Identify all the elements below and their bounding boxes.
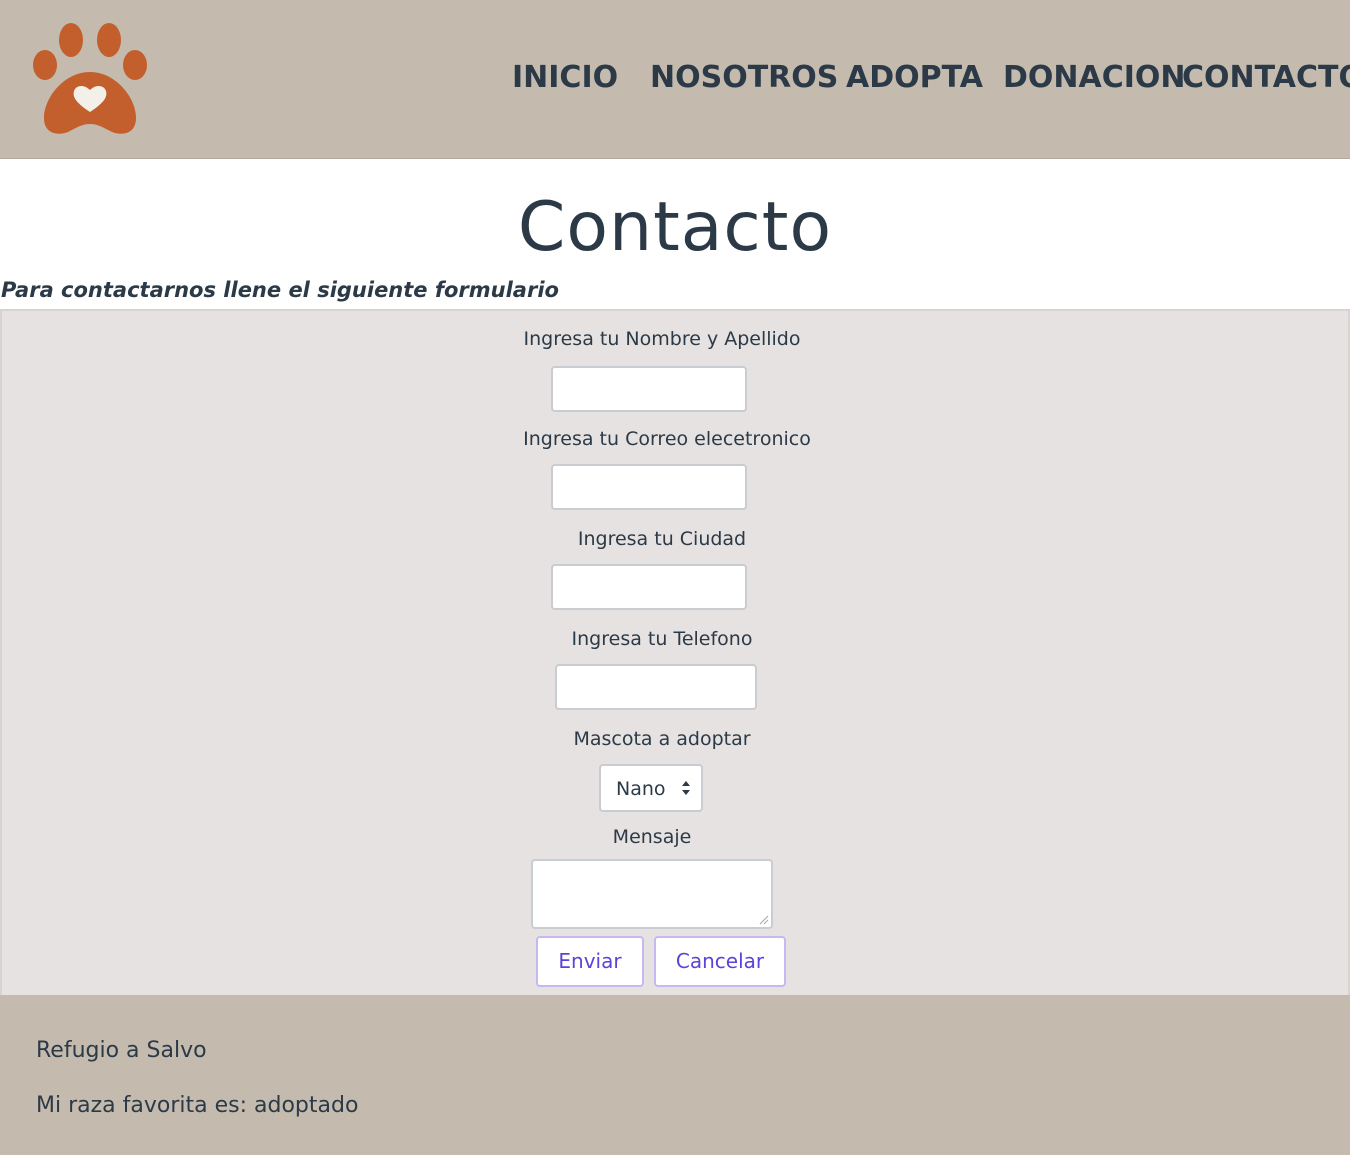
paw-heart-icon[interactable] — [28, 20, 152, 140]
cancel-button[interactable]: Cancelar — [654, 936, 786, 987]
select-updown-icon — [682, 781, 690, 795]
footer-favorite-breed: Mi raza favorita es: adoptado — [36, 1093, 359, 1118]
pet-label: Mascota a adoptar — [573, 728, 751, 750]
resize-grip-icon[interactable] — [759, 915, 769, 925]
nav-link-donacion[interactable]: DONACION — [1003, 60, 1186, 95]
site-header: INICIO NOSOTROS ADOPTA DONACION CONTACTO — [0, 0, 1350, 159]
nav-link-contacto[interactable]: CONTACTO — [1182, 60, 1350, 95]
email-label: Ingresa tu Correo elecetronico — [523, 428, 811, 450]
pet-select-value: Nano — [616, 778, 666, 800]
nav-link-nosotros[interactable]: NOSOTROS — [650, 60, 838, 95]
name-input[interactable] — [551, 366, 747, 412]
message-label: Mensaje — [612, 826, 692, 848]
page-title: Contacto — [517, 188, 833, 267]
city-input[interactable] — [551, 564, 747, 610]
site-footer: Refugio a Salvo Mi raza favorita es: ado… — [0, 995, 1350, 1155]
form-intro-text: Para contactarnos llene el siguiente for… — [1, 278, 559, 302]
email-input[interactable] — [551, 464, 747, 510]
nav-link-adopta[interactable]: ADOPTA — [846, 60, 983, 95]
submit-button[interactable]: Enviar — [536, 936, 644, 987]
phone-input[interactable] — [555, 664, 757, 710]
name-label: Ingresa tu Nombre y Apellido — [523, 328, 801, 350]
phone-label: Ingresa tu Telefono — [571, 628, 753, 650]
message-textarea[interactable] — [531, 859, 773, 929]
nav-link-inicio[interactable]: INICIO — [512, 60, 618, 95]
pet-select[interactable]: Nano — [599, 764, 703, 812]
footer-site-name: Refugio a Salvo — [36, 1038, 207, 1063]
city-label: Ingresa tu Ciudad — [577, 528, 747, 550]
